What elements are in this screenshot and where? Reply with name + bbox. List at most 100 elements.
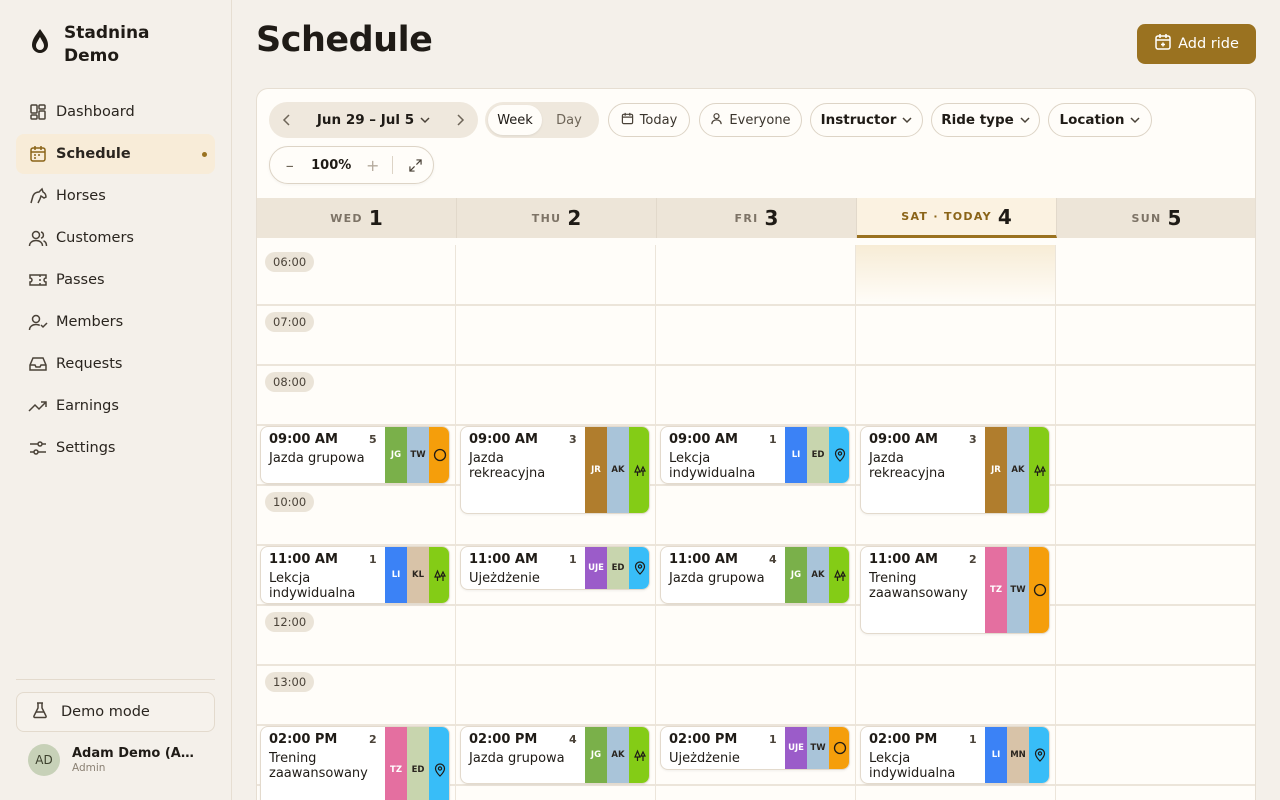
everyone-filter[interactable]: Everyone bbox=[699, 103, 802, 137]
event-tag-chip: ED bbox=[407, 727, 429, 800]
ride-type-label: Ride type bbox=[941, 112, 1014, 128]
user-profile[interactable]: AD Adam Demo (Admin) Admin bbox=[28, 744, 196, 776]
chevron-left-icon[interactable] bbox=[269, 114, 305, 126]
ride-event-card[interactable]: 09:00 AM 5 Jazda grupowa JG TW bbox=[260, 426, 450, 484]
view-day-tab[interactable]: Day bbox=[542, 105, 596, 135]
event-time: 11:00 AM bbox=[469, 552, 538, 567]
trend-up-icon bbox=[28, 396, 48, 416]
trees-icon bbox=[829, 547, 849, 603]
event-tag-chip: LI bbox=[785, 427, 807, 483]
event-tag-chip: JG bbox=[585, 727, 607, 783]
zoom-level: 100% bbox=[311, 157, 352, 173]
day-name: THU bbox=[531, 211, 562, 225]
ride-event-card[interactable]: 11:00 AM 4 Jazda grupowa JG AK bbox=[660, 546, 850, 604]
day-header-wed[interactable]: WED 1 bbox=[257, 198, 457, 238]
chevron-down-icon bbox=[1020, 112, 1030, 128]
event-time: 09:00 AM bbox=[269, 432, 338, 447]
event-tag-chip: ED bbox=[607, 547, 629, 589]
day-header-fri[interactable]: FRI 3 bbox=[657, 198, 857, 238]
ride-event-card[interactable]: 11:00 AM 1 Ujeżdżenie UJE ED bbox=[460, 546, 650, 590]
instructor-label: Instructor bbox=[820, 112, 897, 128]
event-participant-count: 1 bbox=[569, 553, 577, 566]
time-label: 10:00 bbox=[265, 492, 315, 512]
time-label: 13:00 bbox=[265, 672, 315, 692]
sidebar-item-earnings[interactable]: Earnings bbox=[16, 386, 215, 426]
ride-type-filter[interactable]: Ride type bbox=[931, 103, 1040, 137]
day-header-row: WED 1 THU 2 FRI 3 SAT · TODAY 4 SUN 5 bbox=[257, 198, 1255, 238]
day-header-sat-today[interactable]: SAT · TODAY 4 bbox=[857, 198, 1057, 238]
today-label: Today bbox=[639, 112, 678, 128]
sidebar-item-requests[interactable]: Requests bbox=[16, 344, 215, 384]
view-toggle: Week Day bbox=[485, 102, 599, 138]
sliders-icon bbox=[28, 438, 48, 458]
brand[interactable]: Stadnina Demo bbox=[28, 22, 184, 68]
droplet-logo-icon bbox=[28, 22, 54, 62]
event-tag-chip: LI bbox=[985, 727, 1007, 783]
sidebar-item-horses[interactable]: Horses bbox=[16, 176, 215, 216]
sidebar-item-settings[interactable]: Settings bbox=[16, 428, 215, 468]
event-time: 11:00 AM bbox=[869, 552, 938, 567]
expand-icon[interactable] bbox=[397, 158, 433, 172]
everyone-label: Everyone bbox=[729, 112, 791, 128]
ride-event-card[interactable]: 09:00 AM 3 Jazda rekreacyjna JR AK bbox=[860, 426, 1050, 514]
sidebar-item-members[interactable]: Members bbox=[16, 302, 215, 342]
add-ride-button[interactable]: Add ride bbox=[1137, 24, 1256, 64]
add-ride-label: Add ride bbox=[1178, 36, 1239, 52]
hour-line bbox=[257, 604, 1255, 606]
hour-line bbox=[257, 304, 1255, 306]
ride-event-card[interactable]: 09:00 AM 1 Lekcja indywidualna LI ED bbox=[660, 426, 850, 484]
sidebar-item-schedule[interactable]: Schedule bbox=[16, 134, 215, 174]
ride-event-card[interactable]: 02:00 PM 1 Lekcja indywidualna LI MN bbox=[860, 726, 1050, 784]
sidebar-item-passes[interactable]: Passes bbox=[16, 260, 215, 300]
day-number: 2 bbox=[567, 206, 582, 230]
dashboard-icon bbox=[28, 102, 48, 122]
event-tag-chip: MN bbox=[1007, 727, 1029, 783]
event-time: 02:00 PM bbox=[869, 732, 938, 747]
event-tag-chip: TZ bbox=[985, 547, 1007, 633]
time-label: 07:00 bbox=[265, 312, 315, 332]
event-title: Trening zaawansowany bbox=[269, 751, 368, 781]
sidebar-item-label: Earnings bbox=[56, 398, 119, 414]
ride-event-card[interactable]: 02:00 PM 2 Trening zaawansowany TZ ED bbox=[260, 726, 450, 800]
inbox-icon bbox=[28, 354, 48, 374]
column-divider bbox=[1055, 245, 1056, 800]
ride-event-card[interactable]: 11:00 AM 1 Lekcja indywidualna LI KL bbox=[260, 546, 450, 604]
event-title: Trening zaawansowany bbox=[869, 571, 968, 601]
location-filter[interactable]: Location bbox=[1048, 103, 1152, 137]
ride-event-card[interactable]: 09:00 AM 3 Jazda rekreacyjna JR AK bbox=[460, 426, 650, 514]
day-header-sun[interactable]: SUN 5 bbox=[1057, 198, 1255, 238]
page-title: Schedule bbox=[256, 20, 433, 60]
sidebar-item-customers[interactable]: Customers bbox=[16, 218, 215, 258]
day-header-thu[interactable]: THU 2 bbox=[457, 198, 657, 238]
event-participant-count: 2 bbox=[969, 553, 977, 566]
event-participant-count: 4 bbox=[569, 733, 577, 746]
users-icon bbox=[28, 228, 48, 248]
zoom-out-button[interactable]: – bbox=[270, 156, 310, 175]
sidebar-item-label: Settings bbox=[56, 440, 116, 456]
hour-line bbox=[257, 484, 1255, 486]
map-pin-icon bbox=[629, 547, 649, 589]
event-title: Lekcja indywidualna bbox=[269, 571, 356, 601]
date-range-dropdown[interactable]: Jun 29 – Jul 5 bbox=[305, 112, 442, 128]
day-number: 4 bbox=[997, 204, 1012, 229]
ride-event-card[interactable]: 02:00 PM 4 Jazda grupowa JG AK bbox=[460, 726, 650, 784]
event-title: Jazda grupowa bbox=[269, 451, 365, 466]
event-time: 02:00 PM bbox=[269, 732, 338, 747]
event-tag-chip: AK bbox=[607, 427, 629, 513]
ride-event-card[interactable]: 11:00 AM 2 Trening zaawansowany TZ TW bbox=[860, 546, 1050, 634]
instructor-filter[interactable]: Instructor bbox=[810, 103, 923, 137]
day-name: SUN bbox=[1131, 211, 1162, 225]
zoom-control: – 100% + bbox=[269, 146, 434, 184]
zoom-in-button[interactable]: + bbox=[353, 156, 393, 175]
chevron-right-icon[interactable] bbox=[442, 114, 478, 126]
view-week-tab[interactable]: Week bbox=[488, 105, 542, 135]
time-label: 12:00 bbox=[265, 612, 315, 632]
demo-mode-button[interactable]: Demo mode bbox=[16, 692, 215, 732]
event-participant-count: 4 bbox=[769, 553, 777, 566]
event-tag-chip: KL bbox=[407, 547, 429, 603]
circle-icon bbox=[1029, 547, 1049, 633]
event-tag-chip: TW bbox=[807, 727, 829, 769]
ride-event-card[interactable]: 02:00 PM 1 Ujeżdżenie UJE TW bbox=[660, 726, 850, 770]
today-button[interactable]: Today bbox=[608, 103, 690, 137]
sidebar-item-dashboard[interactable]: Dashboard bbox=[16, 92, 215, 132]
